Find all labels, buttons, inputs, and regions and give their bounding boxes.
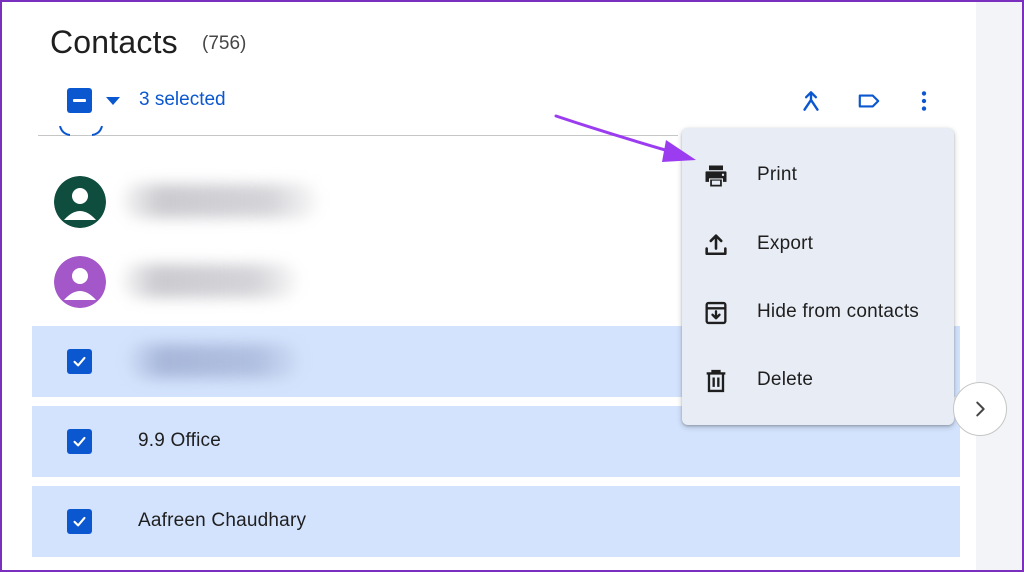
contact-name: Aafreen Chaudhary [138,510,307,531]
person-avatar-icon [54,256,106,308]
next-page-button[interactable] [953,382,1007,436]
menu-item-delete[interactable]: Delete [682,352,954,408]
blurred-contact-name [128,344,300,378]
contacts-count: (756) [202,33,247,54]
check-icon [73,516,86,527]
check-icon [73,436,86,447]
annotation-arrow-icon [554,114,696,162]
more-vert-icon[interactable] [911,88,937,114]
row-checkbox[interactable] [67,509,92,534]
more-actions-menu: Print Export Hide from contacts Delete [682,128,954,425]
partial-row-peek [59,126,103,136]
selected-count-label: 3 selected [139,89,226,110]
avatar [54,176,106,228]
row-checkbox[interactable] [67,349,92,374]
right-gutter [976,0,1024,572]
label-icon[interactable] [856,88,882,114]
chevron-down-icon[interactable] [106,97,120,105]
chevron-right-icon [976,401,985,417]
menu-item-label: Export [757,233,814,254]
merge-icon[interactable] [798,88,824,114]
menu-item-label: Print [757,164,798,185]
check-icon [73,356,86,367]
blurred-contact-name [122,264,298,298]
contact-row-5[interactable]: Aafreen Chaudhary [32,486,960,557]
menu-item-print[interactable]: Print [682,147,954,203]
blurred-contact-name [122,184,318,218]
export-icon [705,234,727,256]
menu-item-label: Delete [757,369,814,390]
row-checkbox[interactable] [67,429,92,454]
select-all-checkbox[interactable] [67,88,92,113]
avatar [54,256,106,308]
trash-icon [706,369,726,393]
page-title: Contacts [50,24,178,60]
indeterminate-dash-icon [73,99,86,102]
contact-name: 9.9 Office [138,430,221,451]
menu-item-export[interactable]: Export [682,216,954,272]
hide-archive-icon [705,301,727,325]
person-avatar-icon [54,176,106,228]
menu-item-hide-from-contacts[interactable]: Hide from contacts [682,284,954,340]
menu-item-label: Hide from contacts [757,301,919,322]
